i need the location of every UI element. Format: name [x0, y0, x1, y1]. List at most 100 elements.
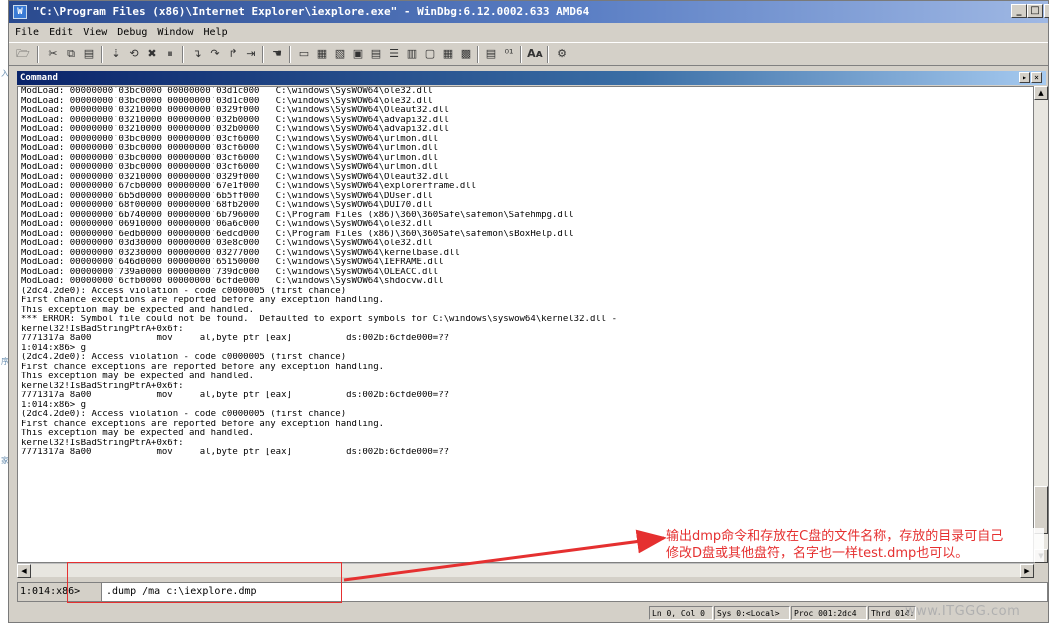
pane-close-icon[interactable]: ×	[1031, 72, 1042, 83]
threads-icon[interactable]: ▩	[458, 46, 474, 62]
vertical-scrollbar[interactable]: ▲ ▼	[1034, 86, 1048, 563]
status-position: Ln 0, Col 0	[649, 606, 713, 620]
menu-window[interactable]: Window	[152, 24, 198, 41]
command-pane-header[interactable]: Command ▸ ×	[17, 71, 1046, 85]
call-stack-icon[interactable]: ☰	[386, 46, 402, 62]
output-line: First chance exceptions are reported bef…	[21, 362, 385, 372]
scroll-left-icon[interactable]: ◀	[17, 564, 31, 578]
step-into-icon[interactable]: ↴	[189, 46, 205, 62]
scratch-pad-icon[interactable]: ▢	[422, 46, 438, 62]
output-line: This exception may be expected and handl…	[21, 372, 254, 381]
font-icon[interactable]: Aᴀ	[527, 46, 543, 62]
status-proc: Proc 001:2dc4	[791, 606, 867, 620]
output-line: ModLoad: 00000000`03bc0000 00000000`03cf…	[21, 144, 439, 153]
menu-view[interactable]: View	[78, 24, 112, 41]
output-line: First chance exceptions are reported bef…	[21, 296, 385, 305]
output-line: ModLoad: 00000000`739a0000 00000000`739d…	[21, 267, 439, 277]
title-bar[interactable]: W "C:\Program Files (x86)\Internet Explo…	[9, 1, 1049, 23]
scroll-thumb[interactable]	[1034, 486, 1048, 534]
source-mode-icon[interactable]: ▤	[483, 46, 499, 62]
output-line: 1:014:x86> g	[21, 400, 87, 410]
watermark: www.ITGGG.com	[905, 604, 1021, 619]
window-title: "C:\Program Files (x86)\Internet Explore…	[33, 5, 590, 18]
output-line: ModLoad: 00000000`03210000 00000000`0329…	[21, 172, 450, 182]
background-glyph: 序	[1, 357, 9, 366]
menu-debug[interactable]: Debug	[112, 24, 152, 41]
output-line: (2dc4.2de0): Access violation - code c00…	[21, 286, 347, 296]
step-out-icon[interactable]: ↱	[225, 46, 241, 62]
output-line: ModLoad: 00000000`03210000 00000000`032b…	[21, 115, 450, 125]
command-window-icon[interactable]: ▭	[296, 46, 312, 62]
memory-icon[interactable]: ▤	[368, 46, 384, 62]
status-sys: Sys 0:<Local>	[714, 606, 790, 620]
registers-icon[interactable]: ▣	[350, 46, 366, 62]
output-line: This exception may be expected and handl…	[21, 305, 254, 315]
output-line: This exception may be expected and handl…	[21, 429, 254, 438]
output-line: First chance exceptions are reported bef…	[21, 419, 385, 429]
processes-icon[interactable]: ▦	[440, 46, 456, 62]
output-line: 7771317a 8a00 mov al,byte ptr [eax] ds:0…	[21, 391, 450, 400]
close-button[interactable]	[1044, 4, 1049, 18]
output-line: ModLoad: 00000000`6cfb0000 00000000`6cfd…	[21, 277, 444, 286]
output-line: ModLoad: 00000000`03bc0000 00000000`03d1…	[21, 96, 433, 106]
output-line: ModLoad: 00000000`03bc0000 00000000`03cf…	[21, 153, 439, 163]
horizontal-scrollbar[interactable]: ◀ ▶	[17, 563, 1034, 578]
break-icon[interactable]: ⏸	[162, 46, 178, 62]
step-over-icon[interactable]: ↷	[207, 46, 223, 62]
output-line: kernel32!IsBadStringPtrA+0x6f:	[21, 324, 184, 334]
copy-icon[interactable]: ⧉	[63, 46, 79, 62]
command-input-row: 1:014:x86>	[17, 582, 1048, 602]
toolbar-separator	[477, 46, 479, 63]
toolbar-separator	[547, 46, 549, 63]
output-line: 1:014:x86> g	[21, 343, 87, 353]
status-bar: Ln 0, Col 0 Sys 0:<Local> Proc 001:2dc4 …	[9, 604, 1048, 622]
toolbar-separator	[182, 46, 184, 63]
locals-icon[interactable]: ▧	[332, 46, 348, 62]
command-output[interactable]: ModLoad: 00000000`03bc0000 00000000`03d1…	[17, 86, 1034, 563]
output-line: ModLoad: 00000000`06910000 00000000`06a6…	[21, 220, 433, 229]
menu-bar: File Edit View Debug Window Help	[9, 24, 1048, 41]
paste-icon[interactable]: ▤	[81, 46, 97, 62]
stop-debugging-icon[interactable]: ✖	[144, 46, 160, 62]
output-line: ModLoad: 00000000`6b5d0000 00000000`6b5f…	[21, 191, 433, 201]
menu-edit[interactable]: Edit	[44, 24, 78, 41]
menu-help[interactable]: Help	[199, 24, 233, 41]
output-line: ModLoad: 00000000`03d30000 00000000`03e8…	[21, 239, 433, 248]
menu-file[interactable]: File	[9, 24, 44, 41]
cut-icon[interactable]: ✂	[45, 46, 61, 62]
output-line: kernel32!IsBadStringPtrA+0x6f:	[21, 438, 184, 448]
hex-display-icon[interactable]: ⁰¹	[501, 46, 517, 62]
output-line: (2dc4.2de0): Access violation - code c00…	[21, 353, 347, 362]
output-line: ModLoad: 00000000`03bc0000 00000000`03d1…	[21, 87, 433, 96]
background-left-strip: 入 序 家	[0, 0, 9, 623]
output-line: (2dc4.2de0): Access violation - code c00…	[21, 410, 347, 419]
go-icon[interactable]: ⇣	[108, 46, 124, 62]
output-line: ModLoad: 00000000`6edb0000 00000000`6edc…	[21, 229, 574, 239]
hand-icon[interactable]: ☚	[269, 46, 285, 62]
windbg-icon[interactable]: W	[13, 5, 27, 19]
command-input[interactable]	[104, 583, 1048, 601]
pane-menu-icon[interactable]: ▸	[1019, 72, 1030, 83]
output-line: ModLoad: 00000000`03210000 00000000`0329…	[21, 106, 450, 115]
minimize-button[interactable]: _	[1011, 4, 1027, 18]
toolbar-separator	[520, 46, 522, 63]
toolbar-separator	[262, 46, 264, 63]
restart-icon[interactable]: ⟲	[126, 46, 142, 62]
background-glyph: 家	[1, 456, 9, 465]
options-icon[interactable]: ⚙	[554, 46, 570, 62]
scroll-up-icon[interactable]: ▲	[1034, 86, 1048, 100]
disassembly-icon[interactable]: ▥	[404, 46, 420, 62]
command-prompt: 1:014:x86>	[18, 583, 102, 601]
run-to-cursor-icon[interactable]: ⇥	[243, 46, 259, 62]
output-line: *** ERROR: Symbol file could not be foun…	[21, 315, 618, 324]
output-line: ModLoad: 00000000`646d0000 00000000`6515…	[21, 258, 444, 267]
annotation-line-2: 修改D盘或其他盘符，名字也一样test.dmp也可以。	[666, 546, 969, 561]
output-line: ModLoad: 00000000`67cb0000 00000000`67e1…	[21, 182, 477, 191]
watch-icon[interactable]: ▦	[314, 46, 330, 62]
scroll-right-icon[interactable]: ▶	[1020, 564, 1034, 578]
toolbar-separator	[101, 46, 103, 63]
annotation-note: 输出dmp命令和存放在C盘的文件名称，存放的目录可自己 修改D盘或其他盘符，名字…	[666, 528, 1044, 562]
open-folder-icon[interactable]: 🗁	[15, 46, 31, 62]
maximize-button[interactable]: □	[1027, 4, 1043, 18]
command-pane-title: Command	[20, 73, 58, 83]
